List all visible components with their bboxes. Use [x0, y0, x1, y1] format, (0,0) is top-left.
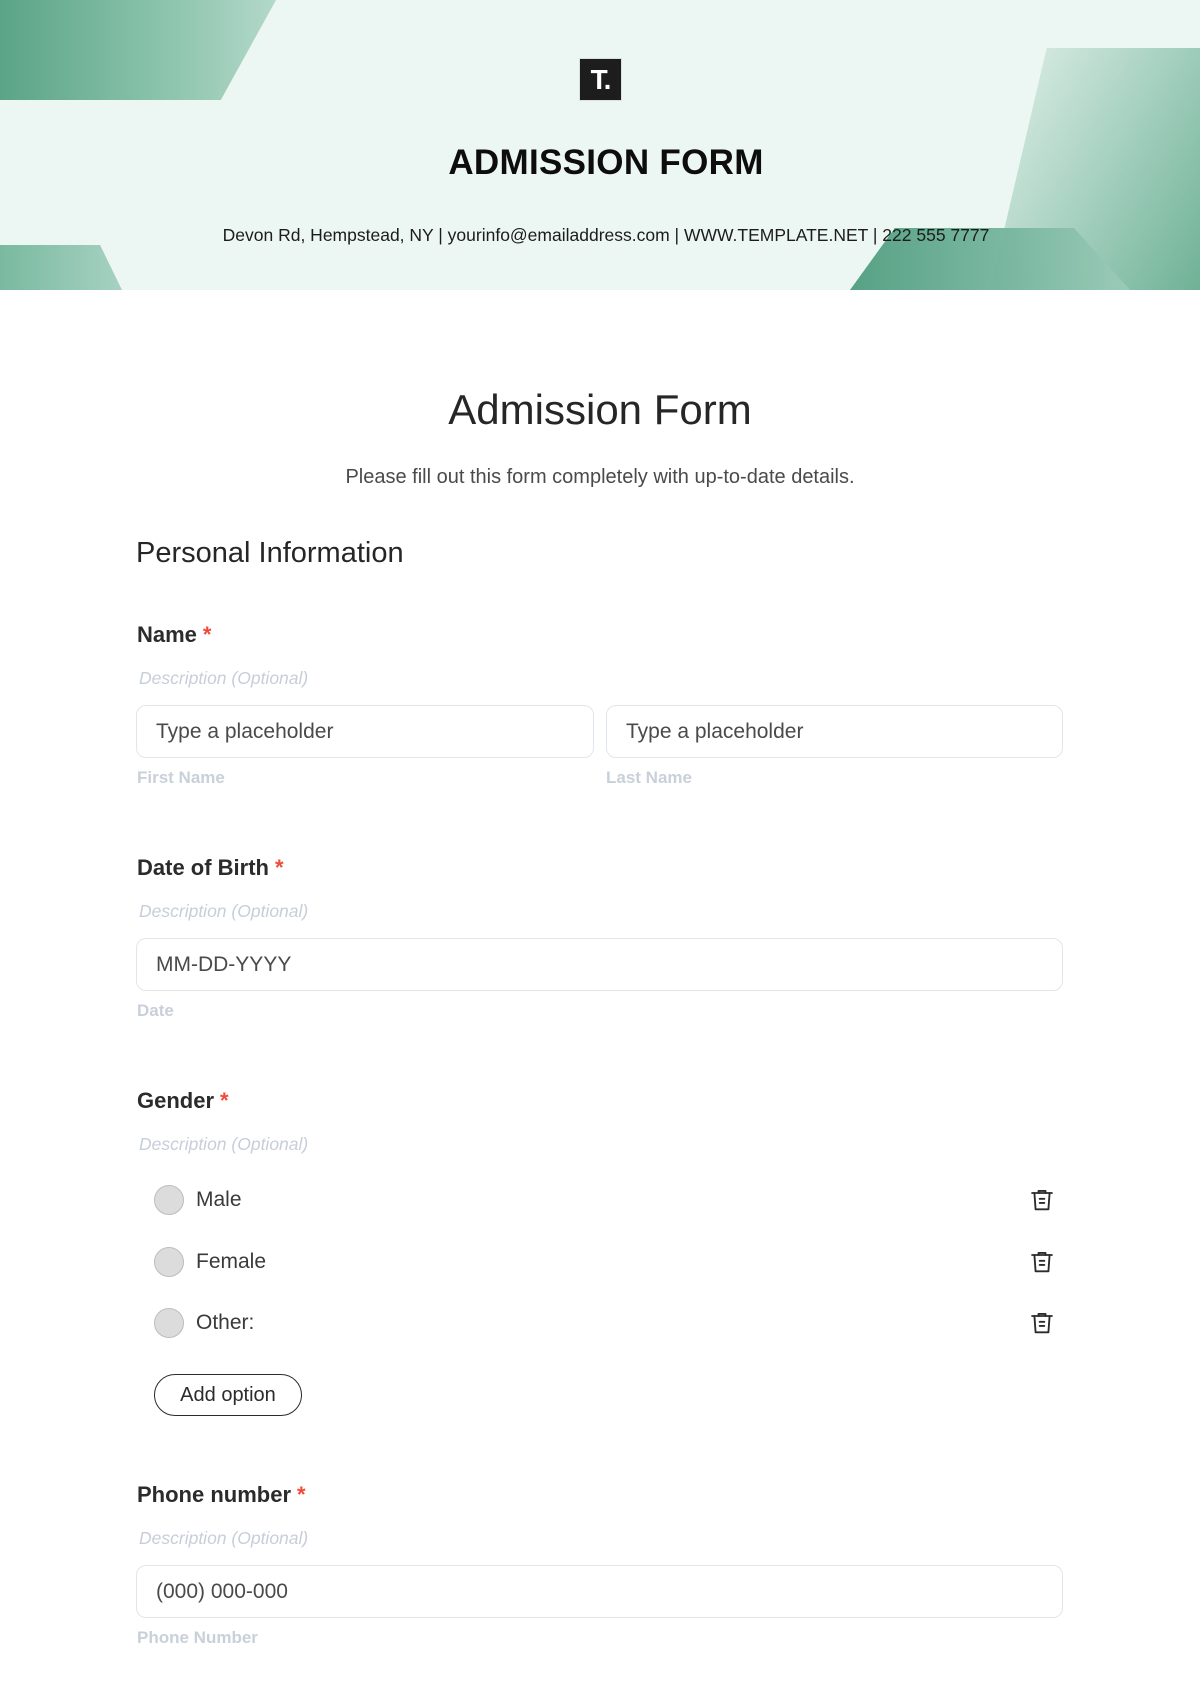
dob-input[interactable]: MM-DD-YYYY [136, 938, 1063, 991]
option-label: Male [196, 1188, 242, 1211]
trash-icon[interactable] [1028, 1186, 1056, 1214]
dob-placeholder: MM-DD-YYYY [156, 952, 292, 976]
required-marker: * [297, 1482, 306, 1507]
name-label-text: Name [137, 622, 197, 647]
gender-option[interactable]: Male [154, 1184, 1056, 1216]
last-name-placeholder: Type a placeholder [626, 719, 804, 743]
gender-label: Gender * [137, 1088, 229, 1114]
first-name-input[interactable]: Type a placeholder [136, 705, 594, 758]
option-label: Other: [196, 1311, 255, 1334]
header-banner: T. ADMISSION FORM Devon Rd, Hempstead, N… [0, 0, 1200, 290]
banner-title: ADMISSION FORM [448, 143, 764, 182]
dob-description[interactable]: Description (Optional) [139, 901, 308, 922]
phone-sublabel: Phone Number [137, 1628, 258, 1647]
trash-icon[interactable] [1028, 1248, 1056, 1276]
radio-button[interactable] [154, 1185, 184, 1215]
contact-info: Devon Rd, Hempstead, NY | yourinfo@email… [222, 225, 990, 245]
dob-label-text: Date of Birth [137, 855, 269, 880]
option-label: Female [196, 1250, 267, 1273]
phone-placeholder: (000) 000-000 [156, 1579, 288, 1603]
required-marker: * [275, 855, 284, 880]
required-marker: * [220, 1088, 229, 1113]
form-subtitle: Please fill out this form completely wit… [345, 466, 855, 488]
trash-icon[interactable] [1028, 1309, 1056, 1337]
decorative-shape [0, 0, 276, 100]
last-name-sublabel: Last Name [606, 768, 692, 787]
required-marker: * [202, 622, 212, 647]
decorative-shape [0, 245, 122, 290]
dob-sublabel: Date [137, 1001, 174, 1020]
phone-label: Phone number * [137, 1482, 306, 1508]
dob-label: Date of Birth * [137, 855, 284, 881]
first-name-sublabel: First Name [137, 768, 225, 787]
gender-option[interactable]: Female [154, 1246, 1056, 1278]
gender-option[interactable]: Other: [154, 1307, 1056, 1339]
add-option-button[interactable]: Add option [154, 1374, 302, 1416]
name-description[interactable]: Description (Optional) [139, 668, 308, 689]
name-label: Name * [137, 622, 211, 648]
gender-description[interactable]: Description (Optional) [139, 1134, 308, 1155]
logo: T. [579, 58, 622, 101]
radio-button[interactable] [154, 1308, 184, 1338]
phone-description[interactable]: Description (Optional) [139, 1528, 308, 1549]
radio-button[interactable] [154, 1247, 184, 1277]
form-title: Admission Form [448, 386, 752, 433]
last-name-input[interactable]: Type a placeholder [606, 705, 1063, 758]
gender-label-text: Gender [137, 1088, 215, 1113]
phone-label-text: Phone number [137, 1482, 292, 1507]
phone-input[interactable]: (000) 000-000 [136, 1565, 1063, 1618]
section-title: Personal Information [136, 537, 404, 569]
logo-text: T. [590, 63, 612, 95]
first-name-placeholder: Type a placeholder [156, 719, 334, 743]
